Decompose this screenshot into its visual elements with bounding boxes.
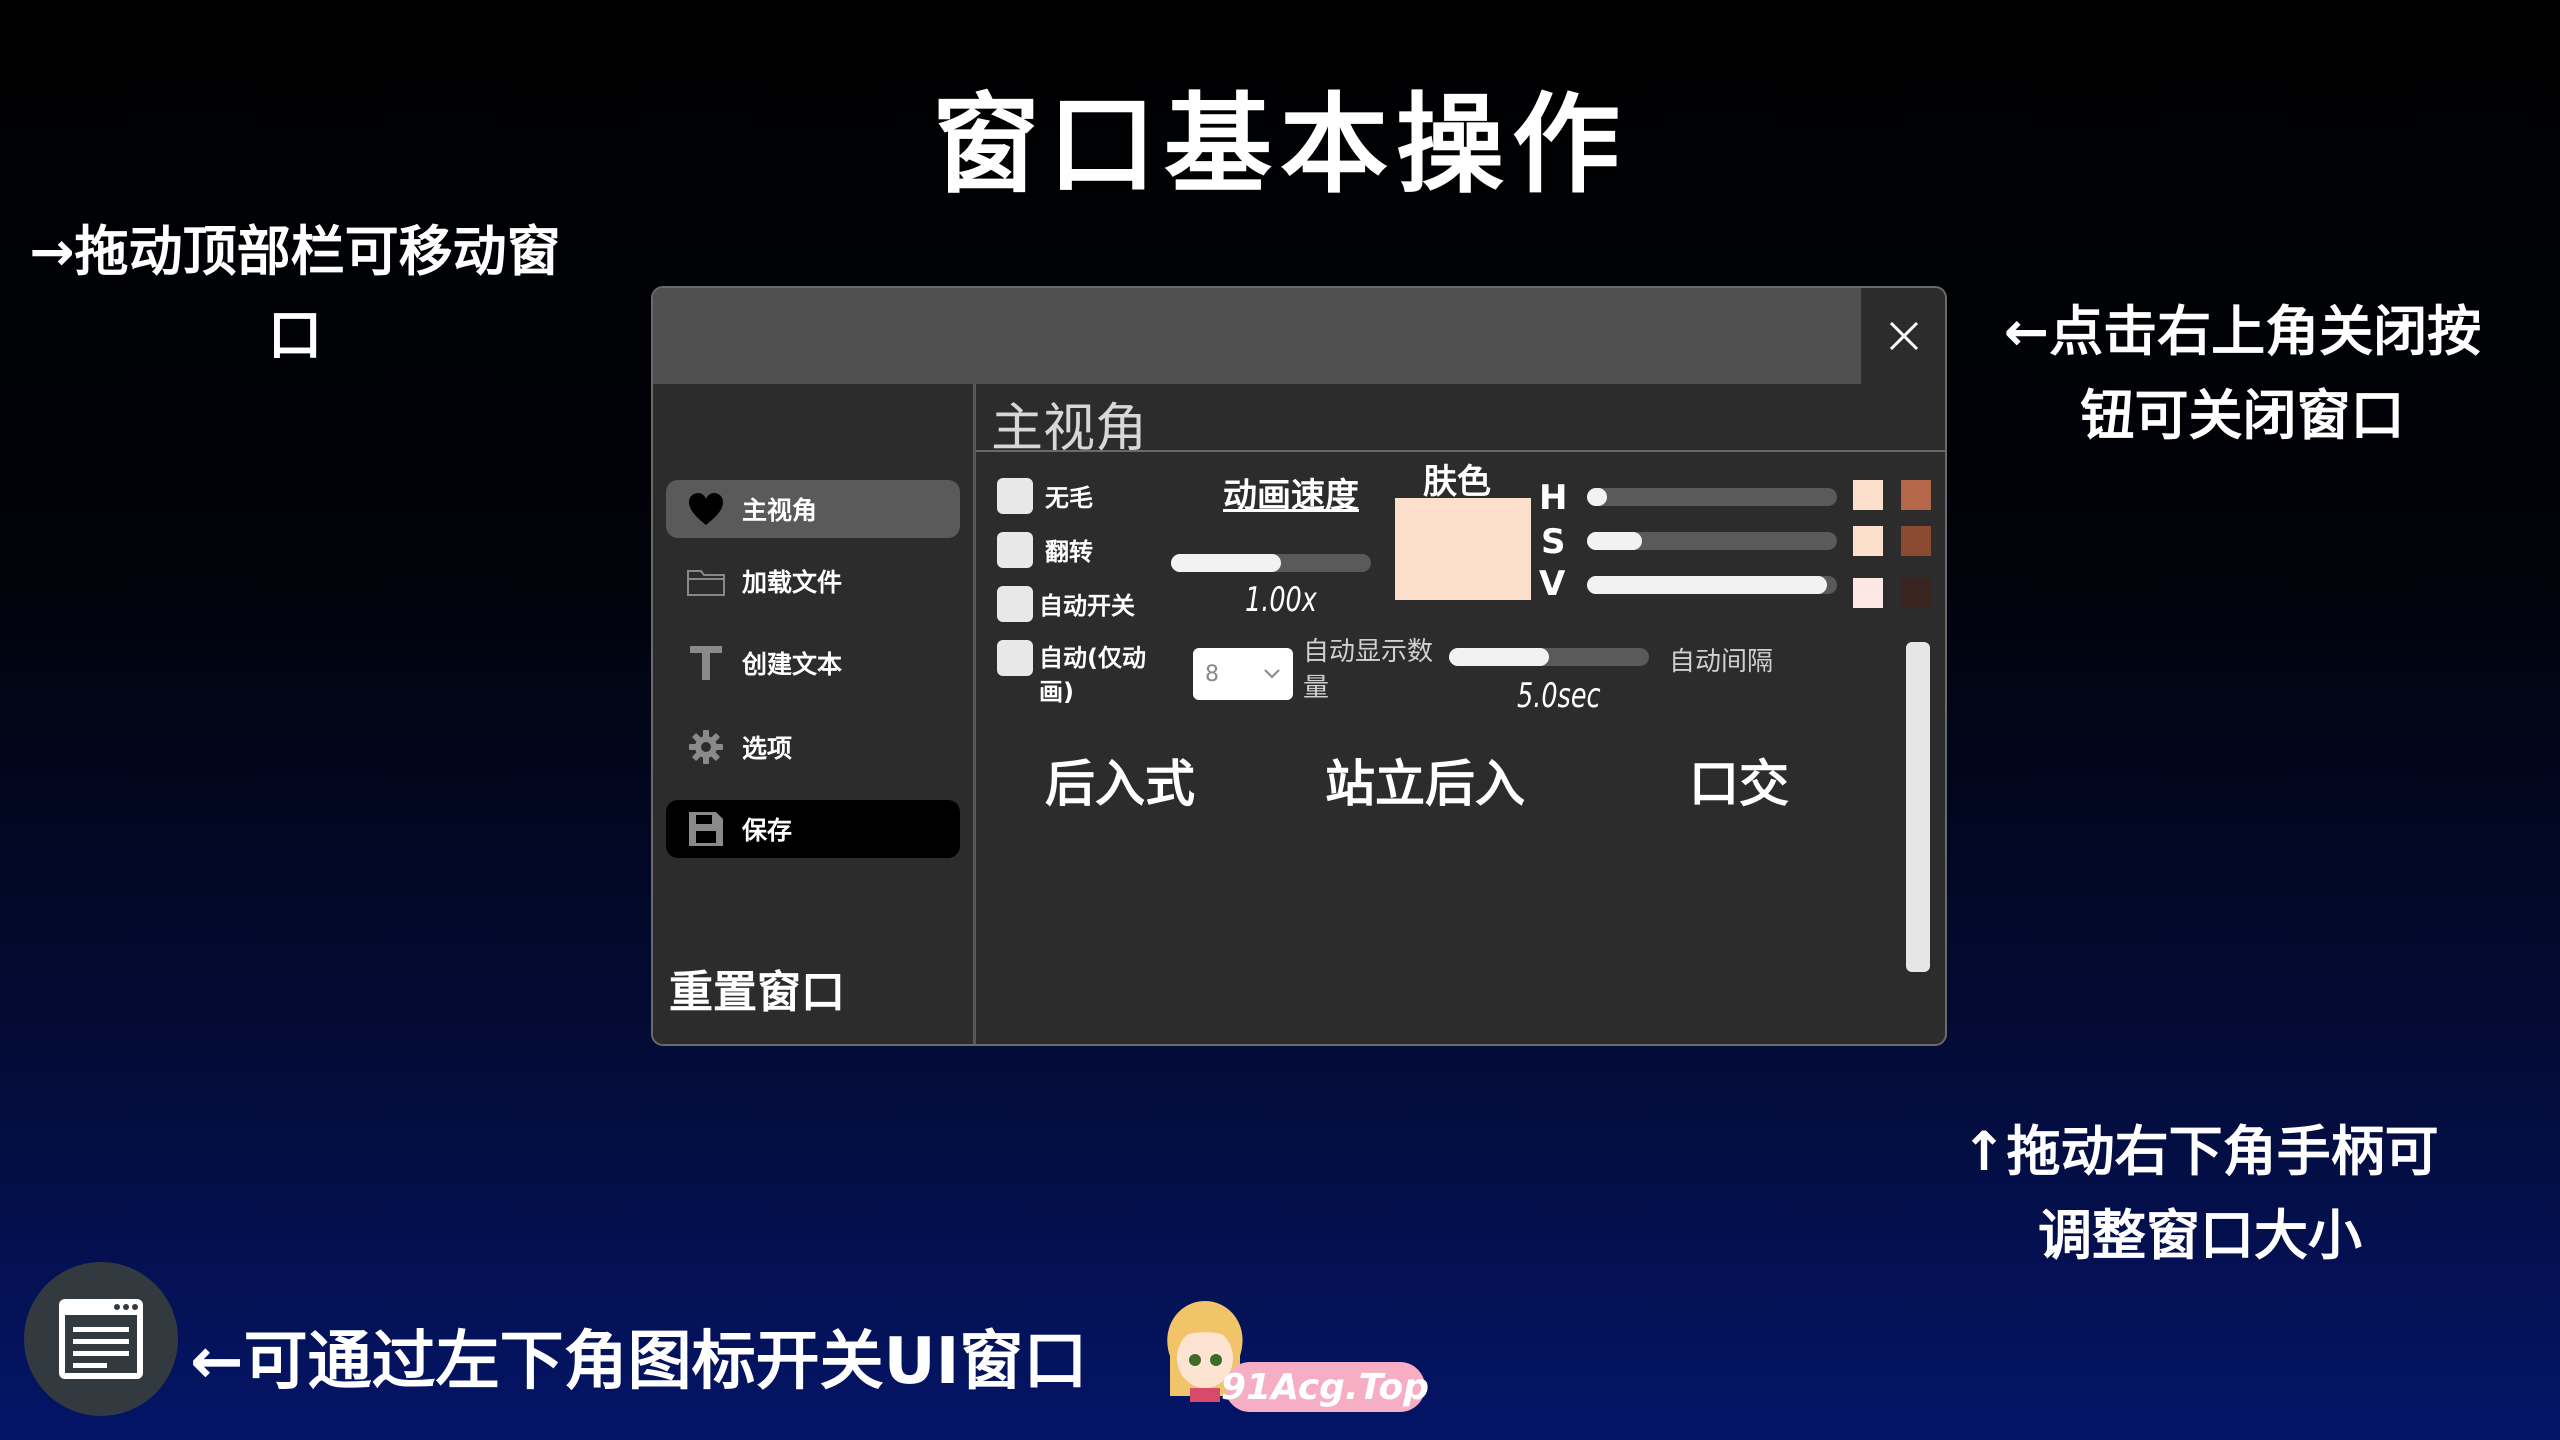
sidebar-item-label: 创建文本 bbox=[742, 650, 843, 679]
dropdown-selected-value: 8 bbox=[1205, 661, 1219, 687]
checkbox-auto-toggle[interactable] bbox=[997, 586, 1033, 622]
sidebar-item-load-file[interactable]: 加载文件 bbox=[666, 552, 960, 610]
slider-fill bbox=[1587, 532, 1642, 550]
pose-button[interactable]: 后入式 bbox=[1045, 744, 1195, 816]
floppy-disk-icon bbox=[686, 809, 726, 849]
saturation-slider[interactable] bbox=[1587, 532, 1837, 550]
sidebar-item-save[interactable]: 保存 bbox=[666, 800, 960, 858]
checkbox-label: 自动(仅动画) bbox=[1039, 644, 1146, 706]
saturation-swatch-dark[interactable] bbox=[1901, 526, 1931, 556]
note-close-button: ←点击右上角关闭按钮可关闭窗口 bbox=[2003, 300, 2482, 447]
saturation-label: S bbox=[1541, 522, 1566, 562]
hue-slider[interactable] bbox=[1587, 488, 1837, 506]
sidebar-item-create-text[interactable]: 创建文本 bbox=[666, 634, 960, 692]
animation-speed-slider[interactable] bbox=[1171, 554, 1371, 572]
chevron-down-icon bbox=[1264, 669, 1280, 679]
slider-fill bbox=[1449, 648, 1549, 666]
note-ui-toggle: ←可通过左下角图标开关UI窗口 bbox=[190, 1325, 1088, 1399]
skin-color-label: 肤色 bbox=[1423, 462, 1491, 502]
pose-button[interactable]: 口交 bbox=[1689, 744, 1789, 816]
sidebar-item-label: 选项 bbox=[742, 734, 793, 763]
close-icon bbox=[1889, 321, 1919, 351]
text-t-icon bbox=[686, 643, 726, 683]
slider-fill bbox=[1171, 554, 1281, 572]
ui-toggle-button[interactable] bbox=[24, 1262, 178, 1416]
checkbox-label: 无毛 bbox=[1045, 484, 1093, 512]
value-slider[interactable] bbox=[1587, 576, 1837, 594]
checkbox-no-hair[interactable] bbox=[997, 478, 1033, 514]
hue-swatch-light[interactable] bbox=[1853, 480, 1883, 510]
window-list-icon bbox=[59, 1299, 143, 1379]
window-titlebar[interactable] bbox=[653, 288, 1861, 384]
auto-interval-label: 自动间隔 bbox=[1669, 647, 1774, 677]
auto-display-count-label: 自动显示数量 bbox=[1303, 637, 1434, 703]
heart-icon bbox=[686, 489, 726, 529]
value-swatch-dark[interactable] bbox=[1901, 578, 1931, 608]
slider-fill bbox=[1587, 576, 1827, 594]
hue-label: H bbox=[1539, 478, 1568, 518]
auto-interval-slider[interactable] bbox=[1449, 648, 1649, 666]
skin-color-preview bbox=[1395, 498, 1531, 600]
hue-swatch-dark[interactable] bbox=[1901, 480, 1931, 510]
panel-title-divider bbox=[976, 450, 1945, 452]
main-window: 主视角 加载文件 创建文本 选项 保存 重置窗口 主视角 无毛 翻转 自动开关 … bbox=[651, 286, 1947, 1046]
sidebar-item-label: 主视角 bbox=[742, 496, 818, 525]
checkbox-auto-animation-only[interactable] bbox=[997, 640, 1033, 676]
checkbox-flip[interactable] bbox=[997, 532, 1033, 568]
auto-display-count-dropdown[interactable]: 8 bbox=[1193, 648, 1293, 700]
note-drag-titlebar: →拖动顶部栏可移动窗口 bbox=[29, 220, 561, 367]
animation-speed-value: 1.00x bbox=[1245, 580, 1317, 620]
slider-fill bbox=[1587, 488, 1607, 506]
page-title: 窗口基本操作 bbox=[931, 83, 1628, 208]
sidebar: 主视角 加载文件 创建文本 选项 保存 重置窗口 bbox=[653, 384, 973, 1044]
sidebar-item-label: 加载文件 bbox=[742, 568, 843, 597]
checkbox-label: 翻转 bbox=[1045, 538, 1093, 566]
sidebar-item-label: 保存 bbox=[742, 816, 793, 845]
value-swatch-light[interactable] bbox=[1853, 578, 1883, 608]
panel-scrollbar[interactable] bbox=[1906, 642, 1930, 972]
sidebar-item-main-view[interactable]: 主视角 bbox=[666, 480, 960, 538]
watermark-text: 91Acg.Top bbox=[1221, 1362, 1429, 1412]
folder-icon bbox=[686, 561, 726, 601]
saturation-swatch-light[interactable] bbox=[1853, 526, 1883, 556]
note-resize-handle: ↑拖动右下角手柄可调整窗口大小 bbox=[1961, 1120, 2439, 1267]
pose-button[interactable]: 站立后入 bbox=[1325, 744, 1525, 816]
close-button[interactable] bbox=[1863, 288, 1945, 384]
sidebar-item-options[interactable]: 选项 bbox=[666, 718, 960, 776]
reset-window-button[interactable]: 重置窗口 bbox=[669, 956, 845, 1020]
gear-icon bbox=[686, 727, 726, 767]
value-label: V bbox=[1539, 564, 1566, 604]
animation-speed-label[interactable]: 动画速度 bbox=[1223, 468, 1359, 517]
watermark-logo: 91Acg.Top bbox=[1140, 1294, 1440, 1414]
checkbox-label: 自动开关 bbox=[1039, 592, 1135, 620]
sidebar-divider bbox=[973, 384, 976, 1044]
auto-interval-value: 5.0sec bbox=[1517, 676, 1601, 716]
